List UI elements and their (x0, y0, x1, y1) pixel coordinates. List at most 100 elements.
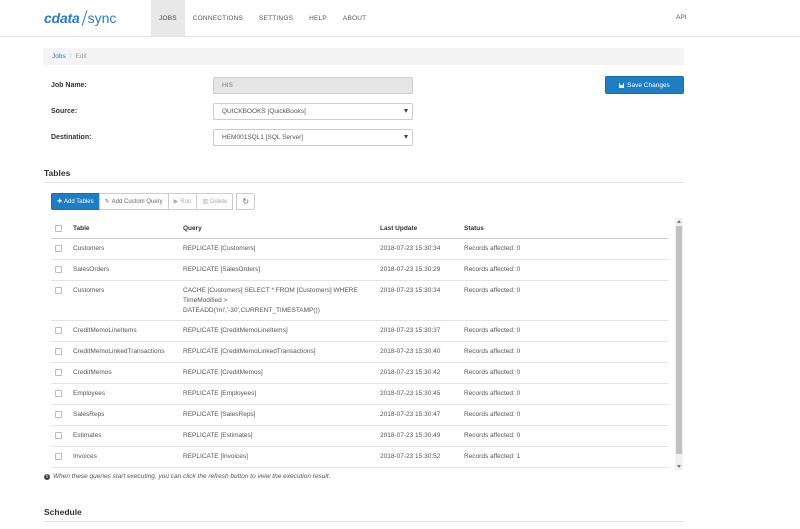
cell-last-update: 2018-07-23 15:30:34 (380, 287, 441, 294)
cell-query: REPLICATE [Customers] (183, 244, 373, 254)
destination-select[interactable]: HEM001SQL1 [SQL Server] (213, 129, 413, 146)
cell-query: REPLICATE [Employees] (183, 389, 373, 399)
row-checkbox[interactable] (55, 390, 62, 397)
cdata-sync-logo[interactable]: cdata sync (44, 8, 116, 28)
row-checkbox[interactable] (55, 287, 62, 294)
source-select[interactable]: QUICKBOOKS [QuickBooks] (213, 103, 413, 120)
table-row[interactable]: CreditMemos REPLICATE [CreditMemos] 2018-0… (51, 363, 668, 384)
header-table: Table (73, 225, 90, 232)
cell-last-update: 2018-07-23 15:30:45 (380, 390, 441, 397)
query-line: REPLICATE [CreditMemos] (183, 369, 263, 376)
table-row[interactable]: CreditMemoLineItems REPLICATE [CreditMemo… (51, 321, 668, 342)
nav-about[interactable]: ABOUT (335, 0, 374, 37)
breadcrumb-current: Edit (75, 53, 87, 60)
cell-table-name: Estimates (73, 432, 102, 439)
play-icon: ▶ (173, 198, 179, 205)
add-custom-query-button[interactable]: ✎ Add Custom Query (98, 193, 169, 210)
add-custom-query-label: Add Custom Query (111, 198, 163, 205)
delete-button[interactable]: ▥ Delete (196, 193, 234, 210)
scroll-thumb[interactable] (676, 226, 682, 454)
row-checkbox[interactable] (55, 369, 62, 376)
tables-grid: Table Query Last Update Status Customers… (51, 218, 684, 470)
trash-icon: ▥ (202, 198, 208, 205)
table-row[interactable]: Invoices REPLICATE [Invoices] 2018-07-23 1… (51, 447, 668, 468)
cell-query: REPLICATE [Invoices] (183, 452, 373, 462)
table-row[interactable]: Customers CACHE [Customers] SELECT * FROM… (51, 281, 668, 321)
cell-status: Records affected: 0 (464, 411, 521, 418)
job-name-field[interactable]: HIS (213, 77, 413, 94)
tables-section-divider (44, 182, 684, 183)
cell-last-update: 2018-07-23 15:30:49 (380, 432, 441, 439)
save-changes-button[interactable]: Save Changes (605, 76, 684, 94)
destination-label: Destination: (51, 134, 92, 141)
query-line: REPLICATE [Estimates] (183, 432, 253, 439)
cell-last-update: 2018-07-23 15:30:29 (380, 266, 441, 273)
row-checkbox[interactable] (55, 453, 62, 460)
cell-status: Records affected: 0 (464, 245, 521, 252)
run-button[interactable]: ▶ Run (167, 193, 198, 210)
schedule-section-divider (44, 521, 684, 522)
table-row[interactable]: CreditMemoLinkedTransactions REPLICATE [C… (51, 342, 668, 363)
nav-connections[interactable]: CONNECTIONS (185, 0, 251, 37)
cell-query: REPLICATE [CreditMemoLineItems] (183, 326, 373, 336)
cell-table-name: CreditMemoLinkedTransactions (73, 348, 165, 355)
cell-table-name: CreditMemoLineItems (73, 327, 137, 334)
nav-settings[interactable]: SETTINGS (251, 0, 301, 37)
table-row[interactable]: Customers REPLICATE [Customers] 2018-07-23… (51, 239, 668, 260)
cell-status: Records affected: 1 (464, 453, 521, 460)
table-row[interactable]: SalesOrders REPLICATE [SalesOrders] 2018-0… (51, 260, 668, 281)
cell-last-update: 2018-07-23 15:30:42 (380, 369, 441, 376)
top-navbar: cdata sync JOBS CONNECTIONS SETTINGS HEL… (0, 0, 800, 37)
row-checkbox[interactable] (55, 327, 62, 334)
row-checkbox[interactable] (55, 245, 62, 252)
cell-query: REPLICATE [SalesReps] (183, 410, 373, 420)
refresh-button[interactable]: ↻ (236, 193, 256, 210)
query-line: DATEADD('mi','-30',CURRENT_TIMESTAMP()) (183, 307, 320, 314)
job-name-label: Job Name: (51, 82, 87, 89)
header-status: Status (464, 225, 484, 232)
scroll-down-icon[interactable] (676, 465, 681, 468)
cell-query: CACHE [Customers] SELECT * FROM [Custome… (183, 286, 373, 316)
row-checkbox[interactable] (55, 432, 62, 439)
add-tables-label: Add Tables (64, 198, 94, 205)
cell-last-update: 2018-07-23 15:30:40 (380, 348, 441, 355)
table-row[interactable]: Estimates REPLICATE [Estimates] 2018-07-23… (51, 426, 668, 447)
cell-status: Records affected: 0 (464, 390, 521, 397)
job-name-value: HIS (222, 82, 233, 89)
save-changes-label: Save Changes (627, 81, 670, 89)
cell-table-name: Customers (73, 245, 105, 252)
table-row[interactable]: Employees REPLICATE [Employees] 2018-07-23… (51, 384, 668, 405)
cell-last-update: 2018-07-23 15:30:34 (380, 245, 441, 252)
chevron-down-icon (404, 109, 408, 113)
nav-api[interactable]: API (676, 14, 686, 21)
select-all-checkbox[interactable] (55, 225, 62, 232)
query-line: TimeModified > (183, 297, 228, 304)
row-checkbox[interactable] (55, 266, 62, 273)
query-line: CACHE [Customers] SELECT * FROM [Custome… (183, 287, 358, 294)
cell-query: REPLICATE [Estimates] (183, 431, 373, 441)
tables-toolbar: ✚ Add Tables ✎ Add Custom Query ▶ Run ▥ … (51, 193, 256, 210)
breadcrumb-jobs-link[interactable]: Jobs (52, 53, 66, 60)
cell-table-name: SalesReps (73, 411, 105, 418)
nav-jobs[interactable]: JOBS (151, 0, 185, 37)
source-value: QUICKBOOKS [QuickBooks] (222, 108, 306, 115)
plus-icon: ✚ (57, 198, 63, 205)
table-header: Table Query Last Update Status (51, 218, 668, 239)
run-label: Run (180, 198, 192, 205)
cell-status: Records affected: 0 (464, 266, 521, 273)
add-tables-button[interactable]: ✚ Add Tables (51, 193, 100, 210)
main-nav: JOBS CONNECTIONS SETTINGS HELP ABOUT (151, 0, 374, 37)
cell-last-update: 2018-07-23 15:30:47 (380, 411, 441, 418)
cell-query: REPLICATE [CreditMemoLinkedTransactions] (183, 347, 373, 357)
table-scrollbar[interactable] (675, 218, 683, 470)
scroll-up-icon[interactable] (676, 220, 681, 223)
row-checkbox[interactable] (55, 411, 62, 418)
row-checkbox[interactable] (55, 348, 62, 355)
query-line: REPLICATE [CreditMemoLineItems] (183, 327, 288, 334)
cell-status: Records affected: 0 (464, 348, 521, 355)
floppy-disk-icon (619, 82, 625, 88)
nav-help[interactable]: HELP (301, 0, 335, 37)
breadcrumb-separator: / (69, 53, 72, 60)
breadcrumb: Jobs / Edit (43, 48, 684, 65)
table-row[interactable]: SalesReps REPLICATE [SalesReps] 2018-07-23… (51, 405, 668, 426)
